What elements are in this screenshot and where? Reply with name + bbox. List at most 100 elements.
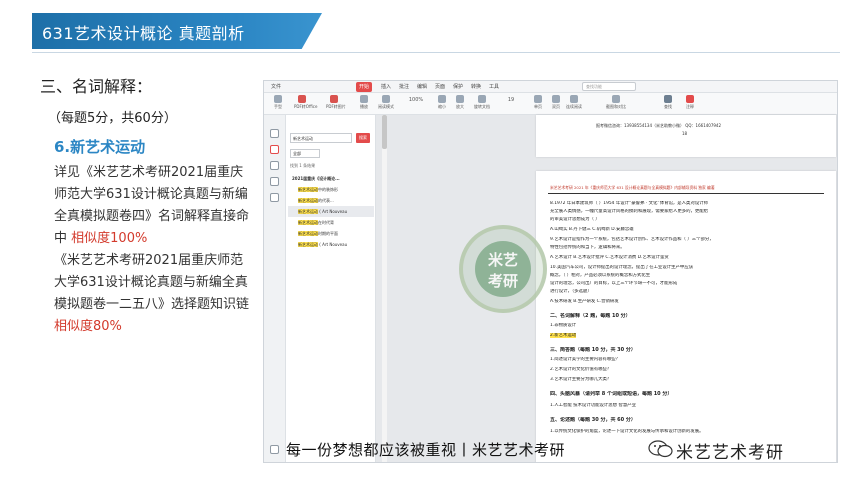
caption-subtitle: 每一份梦想都应该被重视丨米艺艺术考研: [286, 441, 566, 459]
page-title: 631艺术设计概论 真题剖析: [42, 24, 245, 43]
hand-tool-button[interactable]: 手型: [270, 95, 286, 111]
image-icon: [330, 95, 338, 103]
doc-line-highlighted: 2.新艺术运动: [550, 333, 577, 338]
tab-file[interactable]: 文件: [268, 82, 284, 92]
tab-comment[interactable]: 批注: [396, 82, 412, 92]
result-group-header[interactable]: 2021届重庆《设计概论...: [288, 173, 374, 184]
result-item[interactable]: 新艺术运动的代表...: [288, 195, 374, 206]
toolbar: 手型 PDF转Office PDF转图片 播放 阅读模式 100% 缩小 放大 …: [264, 93, 837, 115]
doc-line: 1.以传统文化保护的角度，论述一下设计文化的发展与传承和设计创新的发展。: [550, 429, 704, 434]
pdf-to-image-button[interactable]: PDF转图片: [326, 95, 346, 111]
feature-search-input[interactable]: 查找功能: [582, 82, 636, 91]
section-title: 三、名词解释：: [40, 77, 153, 96]
play-icon: [360, 95, 368, 103]
page-number-input[interactable]: 19: [500, 95, 522, 111]
contact-line: 报考微信咨询：13938554134（米艺助教小微） QQ：1661407942: [596, 123, 722, 128]
panel-search-button[interactable]: 搜索: [356, 133, 370, 143]
scissors-icon: [612, 95, 620, 103]
term-heading: 6.新艺术运动: [54, 138, 146, 156]
annotate-button[interactable]: 注释: [682, 95, 698, 111]
read-mode-button[interactable]: 阅读模式: [378, 95, 394, 111]
doc-line: 8.1972 年日本建筑师（ ）1954 年设计“豪鲁弗 · 文化”体育馆，是人…: [550, 201, 709, 206]
tab-edit[interactable]: 编辑: [414, 82, 430, 92]
bookmark-icon[interactable]: [270, 129, 279, 138]
double-page-button[interactable]: 双页: [548, 95, 564, 111]
double-page-icon: [552, 95, 560, 103]
single-page-button[interactable]: 单页: [530, 95, 546, 111]
tab-home[interactable]: 开始: [356, 82, 373, 92]
doc-line: 充全展人类情感，一幢尺量高设计风格的摸刺和展现，需要家给人更多的，更能给: [550, 209, 709, 214]
document-page: 米艺艺术考研 2021 年《重庆师范大学 631 设计概论真题与全真模拟题》内部…: [536, 171, 836, 462]
stamp-text-1: 米艺: [487, 251, 518, 269]
tab-convert[interactable]: 转换: [468, 82, 484, 92]
result-item[interactable]: 新艺术运动 ( Art Nouveau: [288, 239, 374, 250]
continuous-read-button[interactable]: 连续阅读: [566, 95, 582, 111]
result-item[interactable]: 新艺术运动时期的平面: [288, 228, 374, 239]
page-number: 18: [682, 131, 688, 136]
attachment-icon[interactable]: [270, 177, 279, 186]
find-icon: [664, 95, 672, 103]
single-page-icon: [534, 95, 542, 103]
header-rule: [548, 193, 824, 194]
reference-paragraph-1: 详见《米艺艺术考研2021届重庆师范大学631设计概论真题与新编全真模拟题卷四》…: [54, 162, 250, 250]
doc-line: 3.艺术设计主要分为哪几大类？: [550, 377, 612, 382]
zoom-out-button[interactable]: 缩小: [434, 95, 450, 111]
brand-watermark: 米艺艺术考研: [676, 443, 784, 463]
panel-search-input[interactable]: 新艺术运动: [290, 133, 352, 143]
doc-line: 特性包括传统的和当下，逻辑和将来。: [550, 245, 625, 250]
watermark-stamp: 米艺 考研: [459, 225, 547, 313]
annotate-icon: [686, 95, 694, 103]
zoom-out-icon: [438, 95, 446, 103]
result-list: 2021届重庆《设计概论... 新艺术运动中的装饰形 新艺术运动的代表... 新…: [288, 173, 374, 250]
zoom-in-icon: [456, 95, 464, 103]
doc-line: 1.简述设计美学的主要内容有哪些？: [550, 357, 621, 362]
scrollbar-thumb[interactable]: [382, 115, 387, 149]
rotate-button[interactable]: 旋转文档: [474, 95, 490, 111]
similarity-badge-2: 相似度80%: [54, 319, 122, 334]
doc-line: 10.美国汽车公司，设计师提出的设计理念，提出了在工业设计生产中应该: [550, 265, 694, 270]
zoom-select[interactable]: 100%: [404, 95, 428, 111]
doc-line: 2.艺术设计的文化价值有哪些？: [550, 367, 612, 372]
tab-page[interactable]: 页面: [432, 82, 448, 92]
result-item[interactable]: 新艺术运动在时代背: [288, 217, 374, 228]
continuous-icon: [570, 95, 578, 103]
screenshot-compare-button[interactable]: 截图和对比: [604, 95, 628, 111]
hand-icon: [274, 95, 282, 103]
pdf-to-office-button[interactable]: PDF转Office: [294, 95, 317, 111]
tab-insert[interactable]: 插入: [378, 82, 394, 92]
result-item[interactable]: 新艺术运动中的装饰形: [288, 184, 374, 195]
tab-protect[interactable]: 保护: [450, 82, 466, 92]
play-button[interactable]: 播放: [356, 95, 372, 111]
find-button[interactable]: 查找: [660, 95, 676, 111]
pdf-reader-window: 文件 开始 插入 批注 编辑 页面 保护 转换 工具 查找功能 手型 PDF转O…: [263, 80, 838, 463]
scope-select[interactable]: 全部: [290, 149, 320, 158]
result-item-selected[interactable]: 新艺术运动 ( Art Nouveau: [288, 206, 374, 217]
result-status: 找到 1 条结果: [290, 163, 316, 168]
doc-line: 1.非物质设计: [550, 323, 577, 328]
reference-text-2: 《米艺艺术考研2021届重庆师范大学631设计概论真题与新编全真模拟题卷一二五八…: [54, 253, 250, 312]
search-panel-icon[interactable]: [270, 145, 279, 154]
thumbnail-icon[interactable]: [270, 161, 279, 170]
doc-section-heading: 二、名词解释（2 题，每题 10 分）: [550, 313, 631, 319]
zoom-in-button[interactable]: 放大: [452, 95, 468, 111]
comment-list-icon[interactable]: [270, 193, 279, 202]
pdf-convert-icon: [298, 95, 306, 103]
banner-divider: [32, 52, 840, 53]
doc-section-heading: 五、论述题（每题 30 分，共 60 分）: [550, 417, 636, 423]
book-icon: [382, 95, 390, 103]
doc-line: 设计的理念，公司出厂的目标，以上三个环节缺一不可，才能形成: [550, 281, 678, 286]
doc-line: 9.艺术设计是指作为一个系统，包括艺术设计创作、艺术设计作品和（ ）三个部分，: [550, 237, 714, 242]
tab-tools[interactable]: 工具: [486, 82, 502, 92]
doc-line: A.山崎实 B.丹下健三 C.矶崎新 D.安藤忠雄: [550, 227, 634, 232]
vertical-scrollbar[interactable]: [382, 115, 387, 462]
document-page-prev: 报考微信咨询：13938554134（米艺助教小微） QQ：1661407942…: [536, 115, 836, 157]
doc-line: 进行设计，（多选题）: [550, 289, 592, 294]
sidebar-strip: [264, 115, 286, 462]
doc-section-heading: 三、简答题（每题 10 分，共 30 分）: [550, 347, 636, 353]
doc-section-heading: 四、头脑风暴（请列举 8 个词组或短语，每题 10 分）: [550, 391, 673, 397]
settings-icon[interactable]: [270, 445, 279, 454]
reference-paragraph-2: 《米艺艺术考研2021届重庆师范大学631设计概论真题与新编全真模拟题卷一二五八…: [54, 250, 250, 338]
left-column: 三、名词解释： （每题5分，共60分） 6.新艺术运动 详见《米艺艺术考研202…: [40, 76, 250, 338]
search-panel: 新艺术运动 搜索 全部 找到 1 条结果 2021届重庆《设计概论... 新艺术…: [286, 115, 376, 462]
similarity-badge-1: 相似度100%: [71, 231, 148, 246]
